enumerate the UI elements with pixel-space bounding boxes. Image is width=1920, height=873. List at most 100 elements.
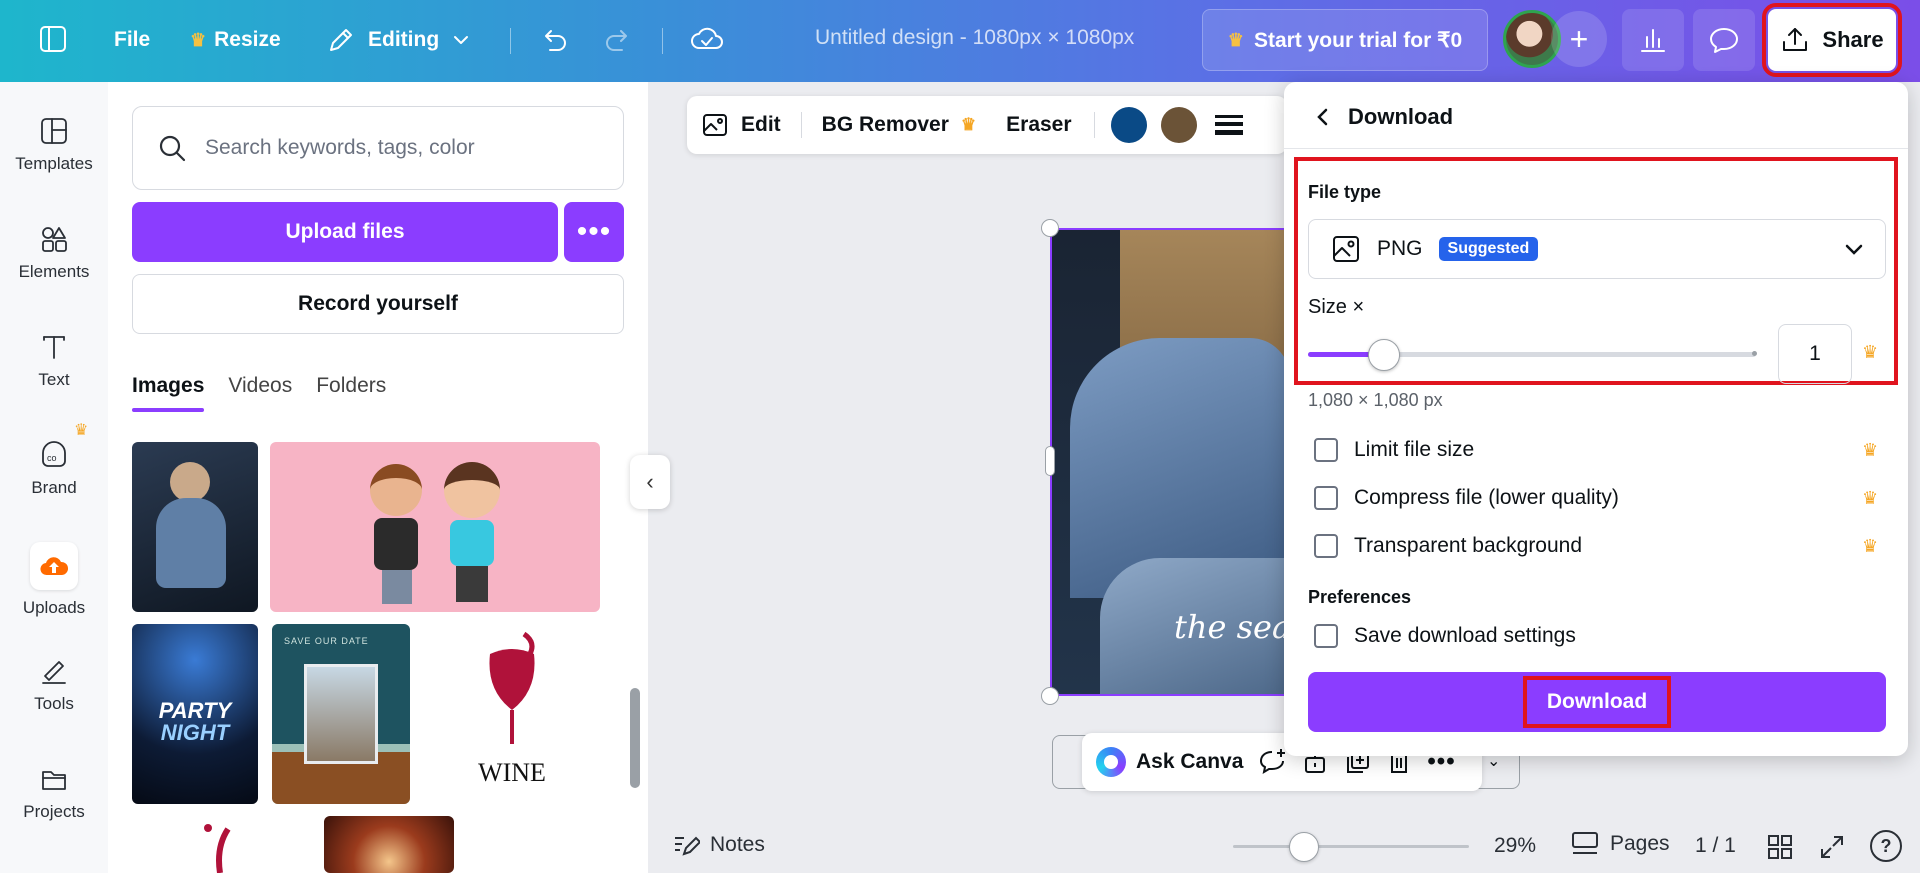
tab-videos[interactable]: Videos [228, 374, 292, 412]
start-trial-button[interactable]: ♛ Start your trial for ₹0 [1202, 9, 1488, 71]
editing-mode-dropdown[interactable]: Editing [326, 25, 471, 55]
download-button[interactable]: Download [1308, 672, 1886, 732]
download-title: Download [1348, 104, 1454, 129]
upload-cloud-icon [30, 542, 78, 590]
document-title[interactable]: Untitled design - 1080px × 1080px [815, 26, 1134, 50]
option-label: Transparent background [1354, 534, 1583, 557]
rail-item-tools[interactable]: Tools [0, 656, 108, 714]
file-menu[interactable]: File [114, 28, 150, 52]
crown-icon: ♛ [1227, 29, 1244, 50]
rail-label: Templates [15, 154, 93, 173]
image-thumbnail-wine-2[interactable] [168, 816, 278, 873]
color-swatch-blue[interactable] [1110, 107, 1147, 143]
zoom-slider-track[interactable] [1233, 845, 1469, 848]
notes-button[interactable]: Notes [672, 832, 765, 858]
transparent-background-option[interactable]: Transparent background [1314, 534, 1582, 558]
redo-icon[interactable] [602, 24, 634, 56]
canva-ai-icon [1096, 747, 1126, 777]
zoom-value[interactable]: 29% [1494, 834, 1536, 858]
size-slider-knob[interactable] [1368, 339, 1401, 371]
comment-icon [1710, 28, 1738, 53]
resize-handle[interactable] [1041, 687, 1059, 705]
share-label: Share [1822, 27, 1884, 52]
cloud-saved-icon[interactable] [690, 24, 724, 56]
thumb-text: WINE [478, 758, 546, 787]
image-thumbnail-kids[interactable] [270, 442, 600, 612]
trial-label: Start your trial for ₹0 [1253, 28, 1463, 52]
upload-files-button[interactable]: Upload files [132, 202, 558, 262]
checkbox[interactable] [1314, 534, 1338, 558]
image-edit-icon [703, 114, 727, 136]
panel-scrollbar[interactable] [630, 688, 640, 788]
collapse-panel-button[interactable]: ‹ [630, 455, 670, 509]
rail-item-text[interactable]: Text [0, 332, 108, 390]
thumb-boy-body [374, 518, 418, 570]
ask-canva-button[interactable]: Ask Canva [1096, 747, 1243, 777]
image-thumbnail-party[interactable]: PARTY NIGHT [132, 624, 258, 804]
slider-end-dot [1752, 351, 1757, 356]
rail-item-uploads[interactable]: Uploads [0, 542, 108, 618]
brand-icon: co [42, 441, 66, 467]
more-options-button[interactable]: ••• [564, 202, 624, 262]
search-box[interactable] [132, 106, 624, 190]
analytics-button[interactable] [1622, 9, 1684, 71]
color-swatch-brown[interactable] [1160, 107, 1197, 143]
rail-item-brand[interactable]: ♛ co Brand [0, 422, 108, 498]
side-handle[interactable] [1045, 446, 1055, 476]
fullscreen-icon[interactable] [1818, 833, 1846, 861]
resize-handle[interactable] [1041, 219, 1059, 237]
tab-folders[interactable]: Folders [316, 374, 386, 412]
file-type-select[interactable]: PNG Suggested [1308, 219, 1886, 279]
rail-item-elements[interactable]: Elements [0, 224, 108, 282]
option-label: Save download settings [1354, 624, 1576, 647]
thumb-girl-head [444, 462, 500, 518]
comments-button[interactable] [1693, 9, 1755, 71]
divider [1093, 112, 1095, 138]
tab-images[interactable]: Images [132, 374, 205, 412]
save-settings-option[interactable]: Save download settings [1314, 624, 1576, 648]
zoom-slider-knob[interactable] [1289, 832, 1319, 862]
line-weight-icon[interactable] [1214, 115, 1243, 135]
search-icon [159, 135, 186, 162]
add-collaborator-button[interactable]: + [1551, 11, 1607, 67]
svg-text:co: co [47, 453, 57, 463]
record-yourself-button[interactable]: Record yourself [132, 274, 624, 334]
eraser-button[interactable]: Eraser [1006, 113, 1071, 137]
pages-button[interactable]: Pages [1570, 830, 1670, 858]
download-back-button[interactable]: Download [1314, 104, 1453, 130]
image-thumbnail-wine[interactable]: WINE [424, 624, 600, 804]
thumb-girl-legs [456, 566, 488, 602]
image-thumbnail-save-date[interactable]: SAVE OUR DATE [272, 624, 410, 804]
limit-file-size-option[interactable]: Limit file size [1314, 438, 1474, 462]
help-icon[interactable]: ? [1870, 830, 1902, 862]
folder-icon [42, 771, 66, 790]
thumb-boy-head [370, 464, 422, 516]
crown-icon: ♛ [1862, 342, 1879, 362]
size-input[interactable]: 1 [1778, 324, 1852, 384]
checkbox[interactable] [1314, 624, 1338, 648]
edit-image-button[interactable]: Edit [701, 110, 781, 140]
rail-item-templates[interactable]: Templates [0, 116, 108, 174]
bg-remover-button[interactable]: BG Remover ♛ [822, 113, 976, 137]
undo-icon[interactable] [538, 24, 570, 56]
menu-icon[interactable] [38, 24, 68, 54]
media-tabs: Images Videos Folders [132, 374, 386, 412]
image-thumbnail-girl[interactable] [132, 442, 258, 612]
rail-label: Projects [23, 802, 85, 821]
resize-button[interactable]: ♛ Resize [190, 28, 281, 52]
checkbox[interactable] [1314, 486, 1338, 510]
thumb-figure [170, 462, 210, 502]
dimensions-text: 1,080 × 1,080 px [1308, 390, 1443, 410]
crown-icon: ♛ [1862, 488, 1879, 508]
checkbox[interactable] [1314, 438, 1338, 462]
share-button[interactable]: Share [1762, 3, 1902, 77]
rail-item-projects[interactable]: Projects [0, 764, 108, 822]
search-input[interactable] [205, 136, 605, 160]
comment-add-icon[interactable] [1257, 747, 1287, 777]
editing-label: Editing [368, 28, 440, 51]
compress-file-option[interactable]: Compress file (lower quality) [1314, 486, 1619, 510]
grid-view-icon[interactable] [1766, 833, 1794, 861]
chevron-down-icon [454, 36, 469, 44]
divider [800, 112, 802, 138]
image-thumbnail-portrait[interactable] [324, 816, 454, 873]
